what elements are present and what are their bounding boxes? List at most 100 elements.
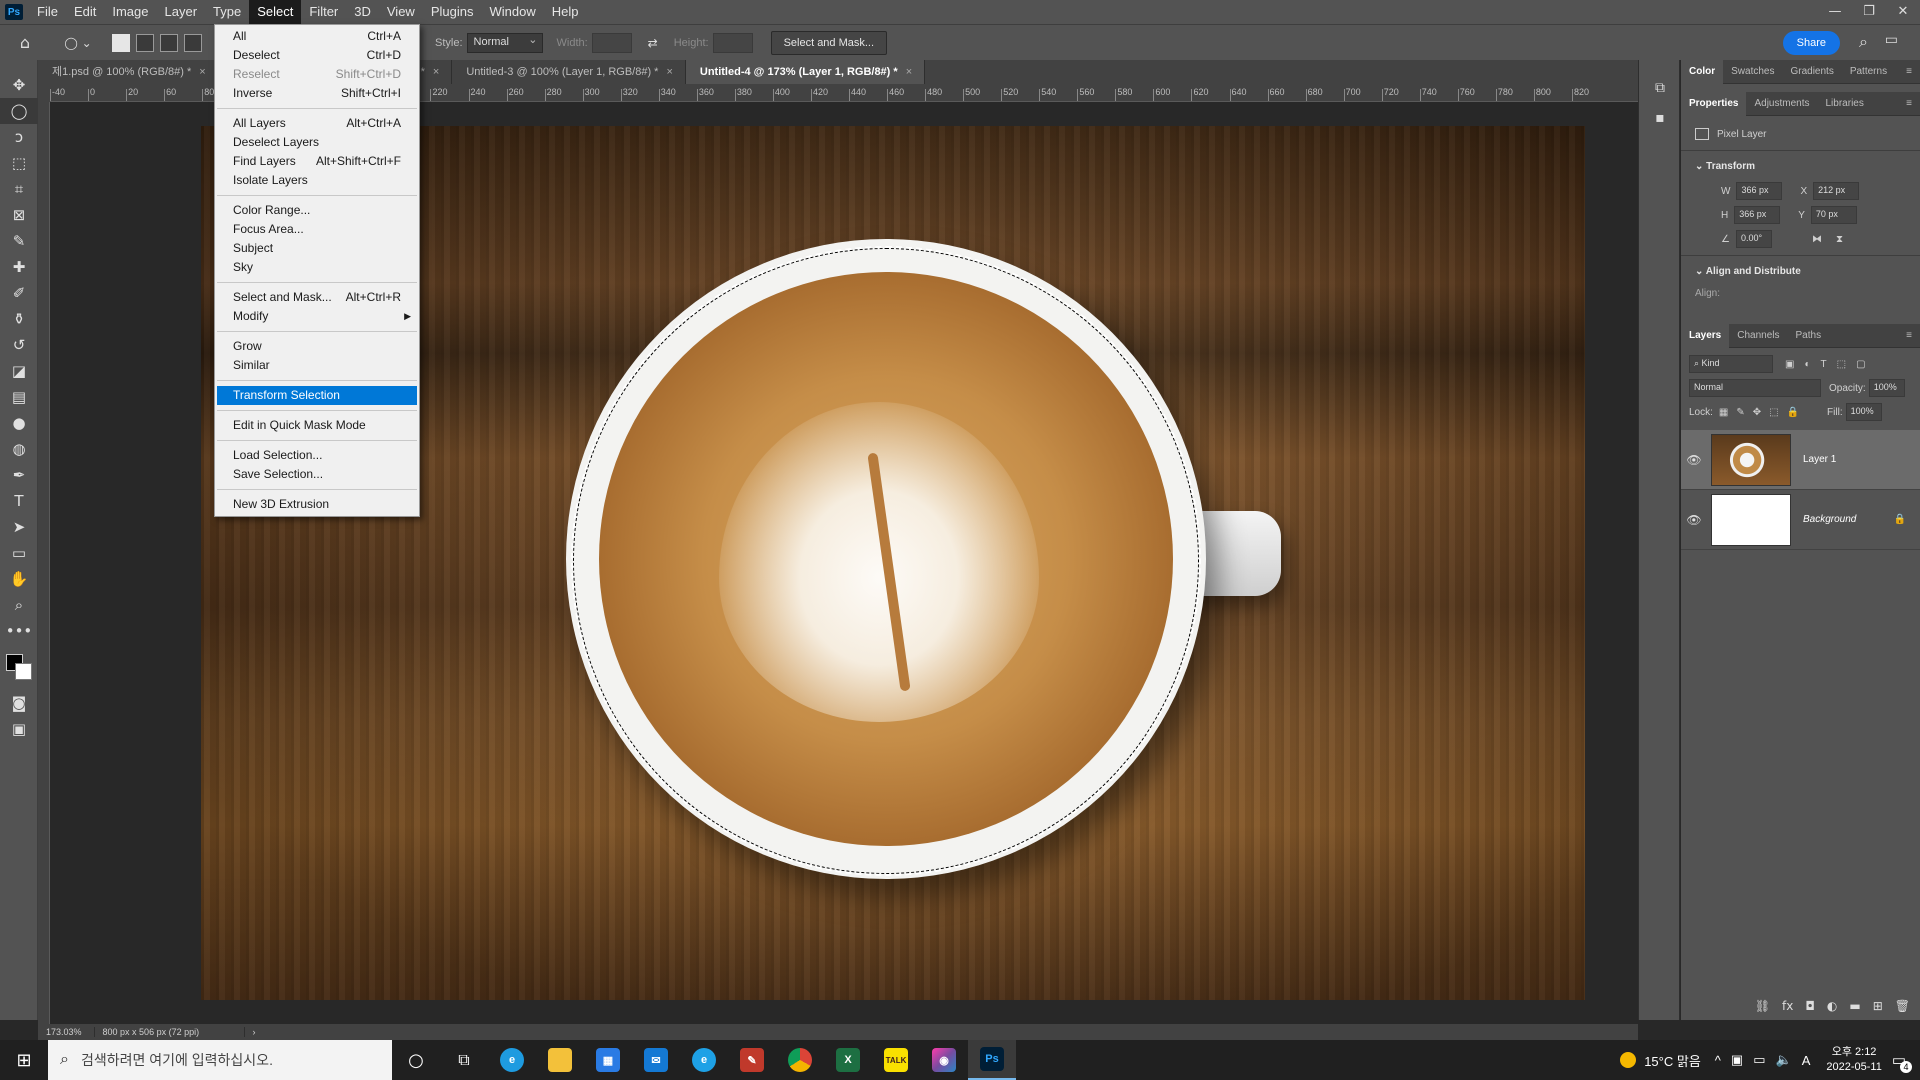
history-panel-icon[interactable]: ⧉	[1639, 74, 1681, 102]
type-tool-icon[interactable]: T	[0, 488, 38, 514]
menu-item-find-layers[interactable]: Find Layers Alt+Shift+Ctrl+F	[215, 152, 419, 171]
adjustment-layer-icon[interactable]: ◐	[1827, 999, 1837, 1013]
visibility-eye-icon[interactable]: 👁	[1681, 513, 1707, 527]
vertical-ruler[interactable]	[38, 102, 50, 1024]
lock-transparent-icon[interactable]: ▦	[1719, 407, 1728, 418]
panel-tab-channels[interactable]: Channels	[1729, 324, 1787, 348]
search-icon[interactable]: ⌕	[1859, 32, 1868, 52]
gradient-tool-icon[interactable]: ▤	[0, 384, 38, 410]
swap-icon[interactable]: ⇄	[642, 32, 664, 54]
menu-item-transform-selection[interactable]: Transform Selection	[217, 386, 417, 405]
menu-item-isolate-layers[interactable]: Isolate Layers	[215, 171, 419, 190]
close-tab-icon[interactable]: ×	[433, 66, 439, 78]
menu-plugins[interactable]: Plugins	[423, 0, 482, 24]
subtract-from-selection-icon[interactable]	[160, 33, 178, 52]
zoom-tool-icon[interactable]: ⌕	[0, 592, 38, 618]
layer-name[interactable]: Background	[1803, 514, 1856, 525]
close-tab-icon[interactable]: ×	[666, 66, 672, 78]
tray-overflow-icon[interactable]: ^	[1715, 1053, 1721, 1068]
taskbar-search-box[interactable]: ⌕ 검색하려면 여기에 입력하십시오.	[48, 1040, 392, 1080]
menu-item-all-layers[interactable]: All Layers Alt+Ctrl+A	[215, 114, 419, 133]
fx-icon[interactable]: fx	[1782, 999, 1793, 1013]
home-icon[interactable]: ⌂	[14, 32, 36, 54]
menu-help[interactable]: Help	[544, 0, 587, 24]
menu-item-save-selection[interactable]: Save Selection...	[215, 465, 419, 484]
document-tab-1[interactable]: 제1.psd @ 100% (RGB/8#) * ×	[38, 60, 219, 84]
new-layer-icon[interactable]: ⊞	[1873, 999, 1883, 1013]
notification-icon[interactable]: ▭ 4	[1892, 1051, 1912, 1073]
opacity-field[interactable]: 100%	[1868, 379, 1905, 397]
panel-menu-icon[interactable]: ≡	[1898, 324, 1920, 348]
close-button[interactable]: ✕	[1886, 0, 1920, 24]
layer-row-background[interactable]: 👁 Background 🔒	[1681, 490, 1920, 550]
panel-tab-color[interactable]: Color	[1681, 60, 1724, 84]
menu-item-edit-in-quick-mask-mode[interactable]: Edit in Quick Mask Mode	[215, 416, 419, 435]
panel-tab-libraries[interactable]: Libraries	[1818, 92, 1872, 116]
display-icon[interactable]: ▭	[1753, 1052, 1765, 1068]
pen-tool-icon[interactable]: ✒	[0, 462, 38, 488]
height-field[interactable]: 366 px	[1734, 206, 1781, 224]
edge-icon[interactable]: e	[488, 1040, 536, 1080]
file-explorer-icon[interactable]	[536, 1040, 584, 1080]
frame-tool-icon[interactable]: ⊠	[0, 202, 38, 228]
healing-brush-tool-icon[interactable]: ✚	[0, 254, 38, 280]
kind-filter-select[interactable]: ⌕ Kind	[1689, 355, 1773, 373]
layer-name[interactable]: Layer 1	[1803, 454, 1836, 465]
kakaotalk-icon[interactable]: TALK	[872, 1040, 920, 1080]
eraser-tool-icon[interactable]: ◪	[0, 358, 38, 384]
cortana-icon[interactable]: ○	[392, 1040, 440, 1080]
document-tab-3[interactable]: Untitled-3 @ 100% (Layer 1, RGB/8#) * ×	[452, 60, 686, 84]
lasso-tool-icon[interactable]: ↄ	[0, 124, 38, 150]
status-expand-icon[interactable]: ›	[245, 1027, 268, 1037]
panel-tab-gradients[interactable]: Gradients	[1782, 60, 1841, 84]
panel-tab-patterns[interactable]: Patterns	[1842, 60, 1895, 84]
photo-app-icon[interactable]: ◉	[920, 1040, 968, 1080]
hand-tool-icon[interactable]: ✋	[0, 566, 38, 592]
select-and-mask-button[interactable]: Select and Mask...	[770, 30, 888, 55]
width-field[interactable]: 366 px	[1736, 182, 1783, 200]
rectangle-tool-icon[interactable]: ▭	[0, 540, 38, 566]
flip-vertical-icon[interactable]: ⧗	[1836, 234, 1843, 245]
close-tab-icon[interactable]: ×	[199, 66, 205, 78]
menu-view[interactable]: View	[379, 0, 423, 24]
align-distribute-header[interactable]: ⌄ Align and Distribute	[1681, 260, 1920, 284]
filter-adjustment-icon[interactable]: ◐	[1804, 359, 1810, 370]
chrome-icon[interactable]	[776, 1040, 824, 1080]
weather-icon[interactable]	[1620, 1052, 1637, 1068]
menu-item-deselect[interactable]: Deselect Ctrl+D	[215, 46, 419, 65]
menu-item-sky[interactable]: Sky	[215, 258, 419, 277]
zoom-level[interactable]: 173.03%	[38, 1027, 95, 1037]
panel-tab-properties[interactable]: Properties	[1681, 92, 1747, 116]
menu-item-similar[interactable]: Similar	[215, 356, 419, 375]
filter-type-icon[interactable]: T	[1821, 359, 1827, 370]
menu-layer[interactable]: Layer	[157, 0, 206, 24]
lock-artboard-icon[interactable]: ⬚	[1769, 407, 1778, 418]
width-input[interactable]	[591, 32, 632, 53]
photoshop-taskbar-icon[interactable]: Ps	[968, 1040, 1016, 1080]
menu-select[interactable]: Select	[249, 0, 302, 24]
eyedropper-tool-icon[interactable]: ✎	[0, 228, 38, 254]
background-color-swatch[interactable]	[15, 663, 32, 680]
taskbar-clock[interactable]: 오후 2:12 2022-05-11	[1826, 1045, 1881, 1075]
windows-start-icon[interactable]: ⊞	[0, 1040, 48, 1080]
layer-lock-icon[interactable]: 🔒	[1894, 514, 1906, 525]
delete-layer-icon[interactable]: 🗑	[1895, 999, 1910, 1013]
blur-tool-icon[interactable]: ●	[0, 410, 38, 436]
elliptical-marquee-tool-icon[interactable]: ◯	[0, 98, 38, 124]
lock-all-icon[interactable]: 🔒	[1787, 407, 1799, 418]
menu-item-select-and-mask[interactable]: Select and Mask... Alt+Ctrl+R	[215, 288, 419, 307]
move-tool-icon[interactable]: ✥	[0, 72, 38, 98]
visibility-eye-icon[interactable]: 👁	[1681, 453, 1707, 467]
menu-item-new-3d-extrusion[interactable]: New 3D Extrusion	[215, 495, 419, 514]
network-icon[interactable]: ▣	[1731, 1052, 1743, 1068]
link-layers-icon[interactable]: ⛓	[1755, 999, 1770, 1013]
blend-mode-select[interactable]: Normal	[1689, 379, 1821, 397]
menu-type[interactable]: Type	[205, 0, 249, 24]
brush-tool-icon[interactable]: ✐	[0, 280, 38, 306]
panel-menu-icon[interactable]: ≡	[1898, 92, 1920, 116]
menu-window[interactable]: Window	[481, 0, 543, 24]
add-mask-icon[interactable]: ◘	[1805, 999, 1815, 1013]
add-to-selection-icon[interactable]	[136, 33, 154, 52]
menu-item-modify[interactable]: Modify ▶	[215, 307, 419, 326]
x-field[interactable]: 212 px	[1813, 182, 1860, 200]
